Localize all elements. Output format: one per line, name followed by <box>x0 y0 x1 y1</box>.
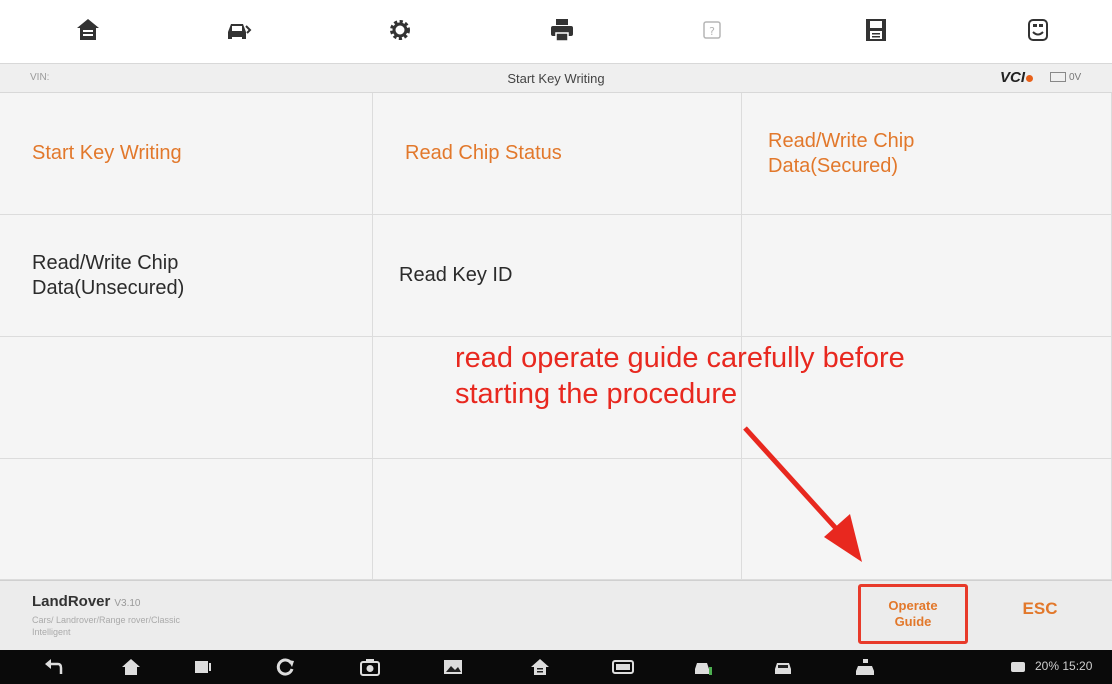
save-icon[interactable] <box>854 10 898 50</box>
empty-cell <box>742 215 1112 337</box>
vehicle-icon[interactable] <box>770 655 796 679</box>
svg-text:?: ? <box>709 25 715 38</box>
operate-guide-button[interactable]: Operate Guide <box>858 584 968 644</box>
operate-guide-label-2: Guide <box>894 614 932 629</box>
empty-cell <box>0 337 373 459</box>
brand-version: V3.10 <box>114 598 141 609</box>
vehicle-brand: LandRover V3.10 <box>32 593 141 610</box>
vehicle-group-icon[interactable] <box>852 655 878 679</box>
maxisys-home-icon[interactable] <box>527 655 553 679</box>
page-title: Start Key Writing <box>507 71 605 86</box>
title-strip: VIN: Start Key Writing VCI 0V <box>0 63 1112 93</box>
function-grid: Start Key Writing Read Chip Status Read/… <box>0 93 1112 580</box>
data-logging-icon[interactable] <box>1016 10 1060 50</box>
empty-cell <box>0 459 373 580</box>
esc-button[interactable]: ESC <box>1005 599 1075 619</box>
camera-icon[interactable] <box>357 655 383 679</box>
vci-label: VCI <box>1000 69 1026 86</box>
annotation-line-2: starting the procedure <box>455 378 738 410</box>
battery-icon <box>1050 72 1066 83</box>
system-nav-bar: 20% 15:20 <box>0 650 1112 684</box>
home-icon[interactable] <box>66 10 110 50</box>
help-icon[interactable]: ? <box>690 10 734 50</box>
vehicle-path-line-2: Intelligent <box>32 627 71 637</box>
empty-cell <box>742 459 1112 580</box>
wifi-icon <box>1005 655 1031 679</box>
menu-item-read-write-chip-unsecured[interactable]: Read/Write Chip Data(Unsecured) <box>0 215 373 337</box>
brand-name: LandRover <box>32 593 111 610</box>
operate-guide-label-1: Operate <box>888 598 938 613</box>
back-icon[interactable] <box>40 655 66 679</box>
menu-item-read-chip-status[interactable]: Read Chip Status <box>373 93 742 215</box>
battery-voltage: 0V <box>1069 72 1082 83</box>
vci-status: VCI <box>1000 69 1034 86</box>
top-toolbar: ? <box>0 0 1112 63</box>
vehicle-path: Cars/ Landrover/Range rover/Classic Inte… <box>32 614 292 638</box>
vci-manager-icon[interactable] <box>610 655 636 679</box>
vehicle-path-line-1: Cars/ Landrover/Range rover/Classic <box>32 615 181 625</box>
annotation-line-1: read operate guide carefully before <box>455 342 905 374</box>
gallery-icon[interactable] <box>440 655 466 679</box>
annotation-text: read operate guide carefully before star… <box>455 340 1055 412</box>
menu-item-start-key-writing[interactable]: Start Key Writing <box>0 93 373 215</box>
empty-cell <box>373 459 742 580</box>
vehicle-diag-icon[interactable] <box>690 655 716 679</box>
menu-item-read-write-chip-secured[interactable]: Read/Write Chip Data(Secured) <box>742 93 1112 215</box>
refresh-icon[interactable] <box>272 655 298 679</box>
settings-icon[interactable] <box>378 10 422 50</box>
status-clock: 20% 15:20 <box>1035 659 1093 673</box>
bottom-bar: LandRover V3.10 Cars/ Landrover/Range rov… <box>0 580 1112 650</box>
vci-connection-dot-icon <box>1026 74 1034 82</box>
vehicle-icon[interactable] <box>216 10 260 50</box>
menu-item-read-key-id[interactable]: Read Key ID <box>373 215 742 337</box>
recent-apps-icon[interactable] <box>190 655 216 679</box>
home-nav-icon[interactable] <box>118 655 144 679</box>
print-icon[interactable] <box>540 10 584 50</box>
battery-status: 0V <box>1050 72 1081 83</box>
